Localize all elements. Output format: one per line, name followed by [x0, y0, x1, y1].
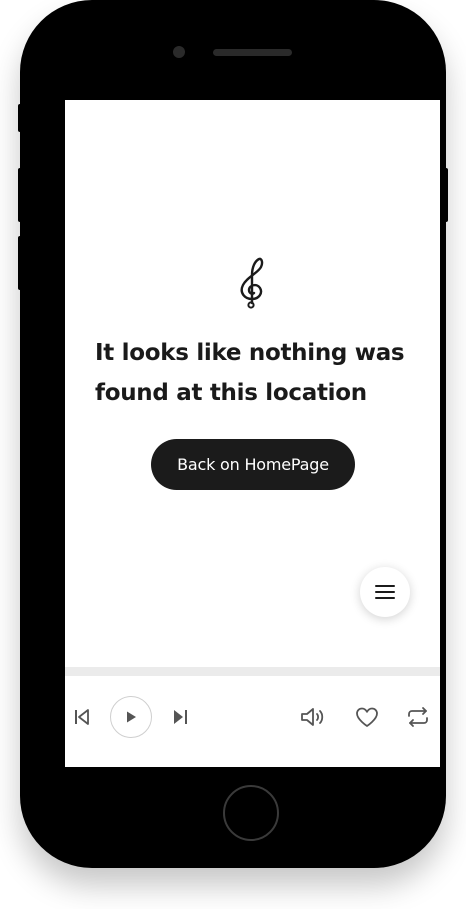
- not-found-message: It looks like nothing was found at this …: [95, 340, 405, 406]
- front-camera: [173, 46, 185, 58]
- volume-up-side-button: [18, 168, 22, 222]
- power-side-button: [444, 168, 448, 222]
- earpiece-speaker: [213, 49, 292, 56]
- volume-down-side-button: [18, 236, 22, 290]
- phone-frame: It looks like nothing was found at this …: [18, 0, 448, 868]
- volume-icon: [301, 708, 324, 726]
- play-button[interactable]: [110, 696, 152, 738]
- heart-icon: [356, 707, 378, 727]
- skip-next-icon: [174, 710, 187, 724]
- next-track-button[interactable]: [169, 706, 191, 728]
- repeat-icon: [408, 707, 428, 727]
- playback-progress-bar[interactable]: [65, 667, 440, 676]
- favorite-button[interactable]: [354, 704, 380, 730]
- skip-previous-icon: [75, 709, 89, 725]
- previous-track-button[interactable]: [71, 706, 93, 728]
- play-icon: [127, 711, 136, 723]
- music-player-bar: [65, 676, 440, 767]
- back-to-homepage-button[interactable]: Back on HomePage: [151, 439, 355, 490]
- menu-button[interactable]: [360, 567, 410, 617]
- screen: It looks like nothing was found at this …: [65, 100, 440, 767]
- volume-button[interactable]: [299, 704, 327, 730]
- home-button[interactable]: [223, 785, 279, 841]
- treble-clef-icon: [240, 257, 264, 309]
- mute-switch: [18, 104, 22, 132]
- hamburger-menu-icon: [375, 585, 395, 599]
- repeat-button[interactable]: [405, 704, 431, 730]
